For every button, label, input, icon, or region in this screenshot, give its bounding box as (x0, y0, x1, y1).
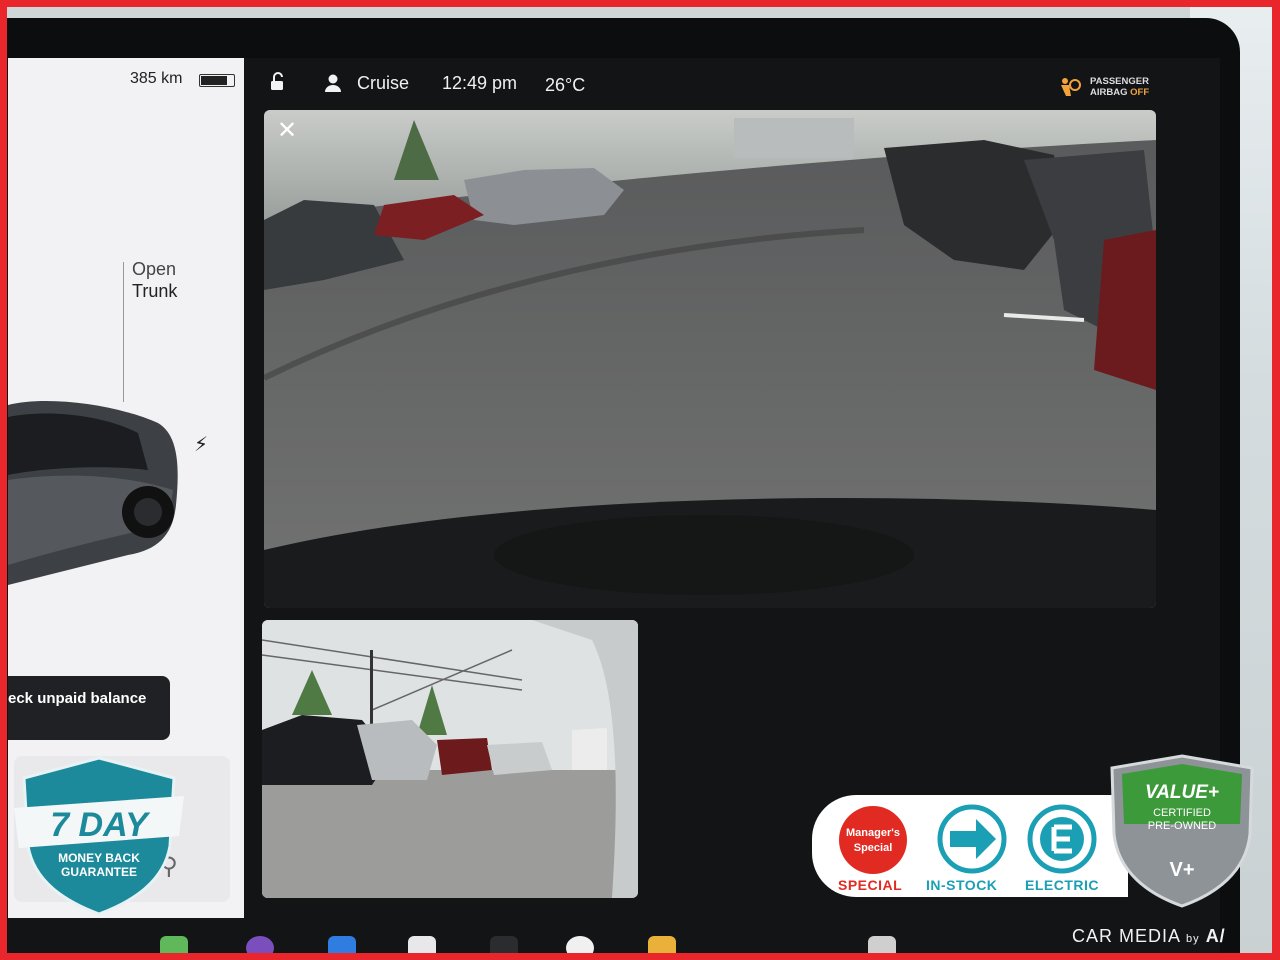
value-certified: CERTIFIED (1153, 807, 1211, 819)
app-dock (150, 932, 910, 960)
watermark-text: CAR MEDIA (1072, 926, 1181, 946)
range-label: 385 km (130, 70, 183, 87)
unpaid-label: eck unpaid balance (8, 690, 147, 707)
close-camera-button[interactable]: ✕ (274, 118, 300, 144)
dock-app-icon[interactable] (328, 936, 356, 960)
arrow-right-icon (937, 804, 1007, 874)
airbag-line1: PASSENGER (1090, 76, 1149, 87)
dock-app-icon[interactable] (566, 936, 594, 960)
managers-special-line1: Manager's (846, 827, 900, 839)
value-preowned: PRE-OWNED (1148, 820, 1217, 832)
vehicle-image (8, 401, 178, 585)
side-camera-view[interactable] (262, 620, 638, 898)
close-icon: ✕ (276, 117, 298, 144)
seven-day-guarantee-badge: 7 DAY MONEY BACK GUARANTEE (14, 756, 184, 916)
check-unpaid-balance-button[interactable]: eck unpaid balance (8, 676, 170, 740)
electric-label: ELECTRIC (1025, 877, 1099, 893)
managers-special-icon: Manager's Special (839, 806, 907, 874)
electric-e-icon (1027, 804, 1097, 874)
guarantee-text: GUARANTEE (61, 865, 137, 879)
airbag-line2: AIRBAG (1090, 87, 1128, 98)
passenger-airbag-status: PASSENGER AIRBAG OFF (1090, 76, 1149, 98)
watermark-by: by (1186, 933, 1200, 945)
money-back-text: MONEY BACK (58, 851, 140, 865)
person-icon[interactable] (322, 72, 344, 94)
dock-app-icon[interactable] (490, 936, 518, 960)
car-media-watermark: CAR MEDIA by A/ (1072, 926, 1226, 946)
dock-app-icon[interactable] (648, 936, 676, 960)
dock-app-icon[interactable] (160, 936, 188, 960)
driver-profile-name[interactable]: Cruise (357, 73, 409, 94)
lightning-bolt-icon: ⚡ (194, 434, 209, 456)
airbag-state: OFF (1130, 87, 1150, 98)
promo-badges: Manager's Special SPECIAL IN-STOCK ELECT… (812, 795, 1128, 897)
open-trunk-button[interactable]: Open Trunk (132, 258, 177, 302)
dock-app-icon[interactable] (408, 936, 436, 960)
in-stock-label: IN-STOCK (926, 877, 998, 893)
trunk-label-line2: Trunk (132, 281, 178, 301)
trunk-guide-line (123, 262, 124, 402)
lock-icon[interactable] (268, 72, 288, 92)
volume-icon[interactable] (868, 936, 896, 960)
value-plus-shield-icon: VALUE+ CERTIFIED PRE-OWNED V+ (1110, 754, 1254, 908)
special-label: SPECIAL (838, 877, 903, 893)
airbag-icon (1061, 78, 1081, 96)
dock-app-icon[interactable] (246, 936, 274, 960)
value-mark: V+ (1169, 859, 1194, 881)
outside-temperature: 26°C (545, 75, 586, 95)
value-title: VALUE+ (1145, 782, 1219, 803)
rear-camera-view[interactable] (264, 110, 1156, 608)
clock: 12:49 pm (442, 73, 518, 93)
managers-special-line2: Special (854, 842, 893, 854)
trunk-label-line1: Open (132, 259, 177, 279)
seven-day-text: 7 DAY (50, 806, 151, 844)
battery-icon (199, 74, 235, 87)
